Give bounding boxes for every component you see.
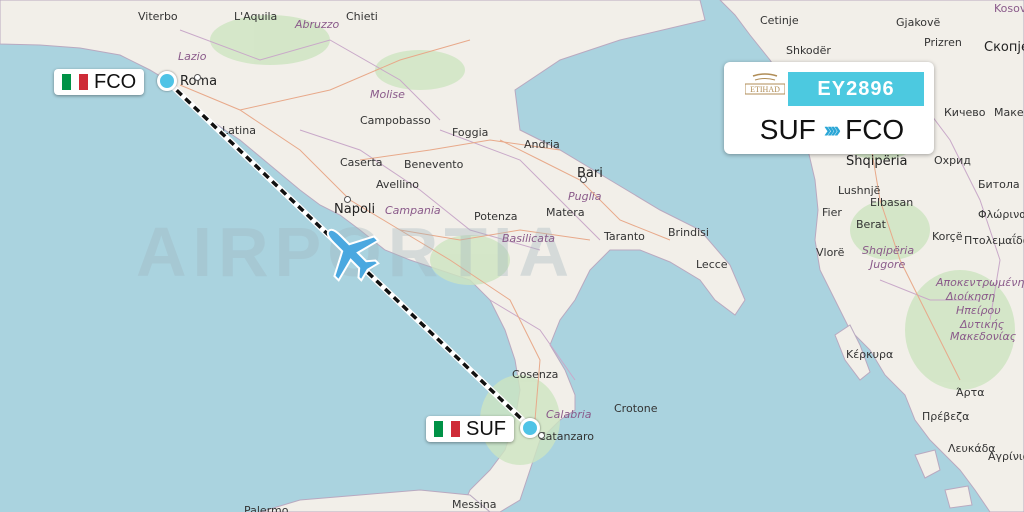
origin-airport-tag[interactable]: SUF [426,416,514,442]
etihad-logo-icon: ETIHAD [745,73,785,95]
destination-airport-code: FCO [94,70,137,93]
flight-map[interactable]: AIRPORTIA Viterbo L'Aquila Abruzzo Chiet… [0,0,1024,512]
route-arrow-icon: ›››› [823,117,841,142]
italy-flag-icon [434,421,461,437]
flight-number: EY2896 [788,72,924,106]
airline-logo: ETIHAD [744,70,786,104]
origin-airport-code: SUF [466,417,506,440]
route-origin: SUF [759,114,816,145]
origin-airport-marker[interactable] [520,418,540,438]
destination-airport-marker[interactable] [157,71,177,91]
airline-logo-text: ETIHAD [750,85,780,94]
destination-airport-tag[interactable]: FCO [54,69,145,95]
flight-route: SUF ›››› FCO [738,112,926,148]
italy-flag-icon [62,74,89,90]
route-destination: FCO [845,114,905,145]
